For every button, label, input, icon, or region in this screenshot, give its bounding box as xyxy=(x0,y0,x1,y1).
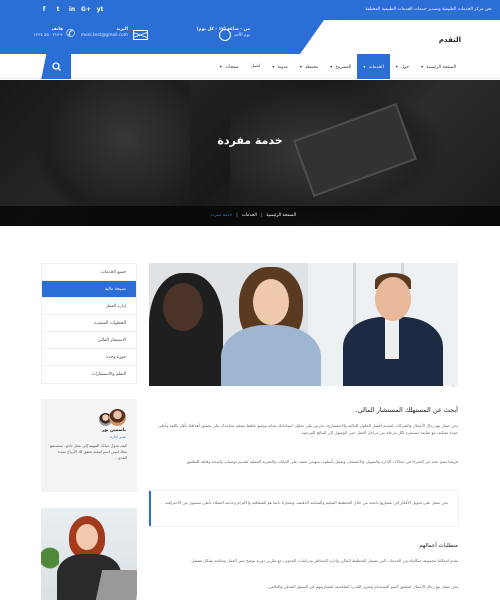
hero-banner xyxy=(0,80,500,226)
sidebar-item-consulting[interactable]: التعلم والاستشارات xyxy=(42,366,136,383)
phone-icon: ✆ xyxy=(66,27,76,40)
main-nav: الصفحة الرئيسية ▾ حول ▾ الخدمات ▾ المشرو… xyxy=(0,54,500,79)
nav-item-services[interactable]: الخدمات ▾ xyxy=(357,54,390,79)
phone-info: هاتف +٢١٣ ٥٥٠ ١٢٣٤ xyxy=(21,27,63,39)
content-paragraph-3: نقدم لعملائنا مجموعة متكاملة من الخدمات … xyxy=(190,558,458,563)
phone-value[interactable]: +٢١٣ ٥٥٠ ١٢٣٤ xyxy=(34,33,63,38)
social-links: f t in G+ yt xyxy=(40,5,104,13)
breadcrumb-services[interactable]: الخدمات xyxy=(242,213,257,218)
nav-item-pages[interactable]: صفحات ▾ xyxy=(214,54,245,79)
top-bar: نحن مركز الخدمات الطبيعية وتصدير خدمات ا… xyxy=(0,0,500,20)
breadcrumb: الصفحة الرئيسية | الخدمات | خدمة مفردة xyxy=(210,213,296,218)
nav-menu: الصفحة الرئيسية ▾ حول ▾ الخدمات ▾ المشرو… xyxy=(214,54,462,79)
google-plus-icon[interactable]: G+ xyxy=(81,5,91,13)
services-sidebar: جميع الخدمات نصيحة مالية إدارة العمل الخ… xyxy=(41,263,137,384)
twitter-icon[interactable]: t xyxy=(54,5,62,13)
content-quote: نحن نعمل على تحويل الأفكار إلى مشاريع نا… xyxy=(149,491,458,526)
page-title: خدمة مفردة xyxy=(217,134,283,147)
page: { "topbar": { "tagline": "نحن مركز الخدم… xyxy=(0,0,500,600)
email-value[interactable]: moni.test@gmail.com xyxy=(81,33,128,38)
advisor-bio: كيف تحول حياتك المهنية إلى عمل ناجح، سنس… xyxy=(50,443,127,460)
chevron-icon[interactable]: ‹ xyxy=(452,383,454,390)
tagline: نحن مركز الخدمات الطبيعية وتصدير خدمات ا… xyxy=(365,7,492,12)
content-paragraph-4: نحن نعمل مع رجال الأعمال لتحقيق النمو ال… xyxy=(266,584,458,589)
nav-item-home[interactable]: الصفحة الرئيسية ▾ xyxy=(415,54,462,79)
email-icon xyxy=(133,30,148,40)
breadcrumb-home[interactable]: الصفحة الرئيسية xyxy=(266,213,296,218)
sidebar-item-happy-steps[interactable]: الخطوات السعيدة xyxy=(42,315,136,332)
youtube-icon[interactable]: yt xyxy=(96,5,104,13)
breadcrumb-current: خدمة مفردة xyxy=(210,213,233,218)
logo[interactable]: التقدم xyxy=(439,36,461,44)
sidebar-photo xyxy=(41,508,137,600)
hours-info: من - ساعة (١٢ - كل يوم) يوم الأحد xyxy=(180,27,250,39)
linkedin-icon[interactable]: in xyxy=(68,5,76,13)
nav-item-contact[interactable]: اتصل xyxy=(245,54,266,79)
sidebar-item-all-services[interactable]: جميع الخدمات xyxy=(42,264,136,281)
content-subheading: منطلبات أعمالهم xyxy=(419,543,458,549)
advisor-name: ياسمين نور xyxy=(101,428,126,433)
sidebar-item-business-management[interactable]: إدارة العمل xyxy=(42,298,136,315)
advisor-role: مدير إدارة xyxy=(109,434,126,439)
service-image xyxy=(149,263,458,386)
nav-item-about[interactable]: حول ▾ xyxy=(390,54,415,79)
avatar xyxy=(109,409,126,426)
sidebar-item-unit[interactable]: حوزة وحدة xyxy=(42,349,136,366)
nav-item-blog[interactable]: مدونة ▾ xyxy=(266,54,293,79)
content-heading: أبحث عن المستهلك المستشار المالي. xyxy=(355,406,458,414)
content-paragraph-2: فريقنا يضم نخبة من الخبراء في مجالات الإ… xyxy=(185,459,458,464)
content-paragraph-1: نحن نعمل مع رجال الأعمال والشركات لتقديم… xyxy=(158,423,458,436)
facebook-icon[interactable]: f xyxy=(40,5,48,13)
sidebar-item-financial-investment[interactable]: الاستثمار المالي xyxy=(42,332,136,349)
nav-item-portfolio[interactable]: محفظة ▾ xyxy=(294,54,324,79)
advisor-card: ياسمين نور مدير إدارة كيف تحول حياتك الم… xyxy=(41,399,137,492)
sidebar-item-financial-advice[interactable]: نصيحة مالية xyxy=(42,281,136,298)
nav-item-project[interactable]: المشروع ▾ xyxy=(324,54,357,79)
hours-value: يوم الأحد xyxy=(234,33,250,38)
